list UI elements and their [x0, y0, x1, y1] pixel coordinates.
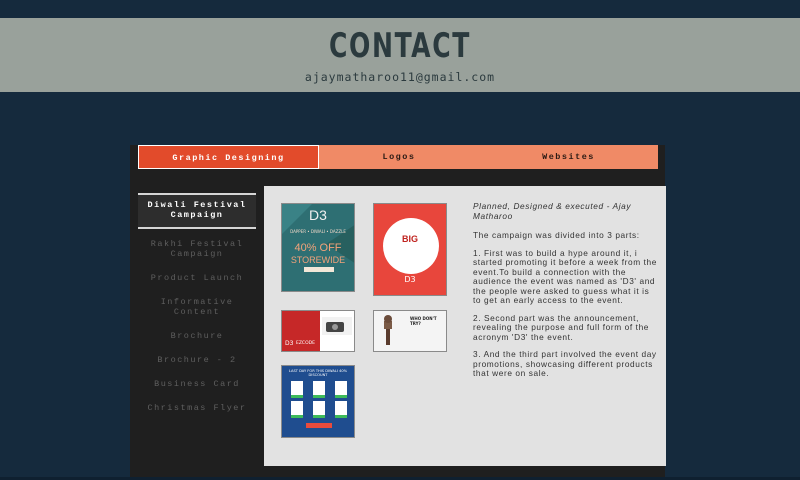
ezcode-product-image — [322, 317, 352, 335]
contact-email[interactable]: ajaymatharoo11@gmail.com — [0, 70, 800, 84]
thumbnail-storewide-poster[interactable]: D3 DAPPER • DIWALI • DAZZLE 40% OFF STOR… — [281, 203, 355, 292]
last-day-product-grid — [291, 381, 347, 428]
page-title: CONTACT — [328, 26, 472, 66]
sidebar-item-product-launch[interactable]: Product Launch — [138, 273, 256, 283]
sidebar-item-brochure-2[interactable]: Brochure - 2 — [138, 355, 256, 365]
thumbnail-who-dont-try[interactable]: WHO DON'T TRY? — [373, 310, 447, 352]
tab-websites[interactable]: Websites — [479, 145, 658, 169]
sidebar-item-diwali-festival-campaign[interactable]: Diwali Festival Campaign — [138, 193, 256, 229]
thumbnail-ezcode-card[interactable]: D3 EZCODE — [281, 310, 355, 352]
category-tabs: Graphic Designing Logos Websites — [138, 145, 658, 169]
description-part-2: 2. Second part was the announcement, rev… — [473, 312, 650, 342]
big-brand: D3 — [404, 275, 416, 284]
ezcode-brand: D3 — [285, 340, 294, 347]
description-part-3: 3. And the third part involved the event… — [473, 349, 657, 378]
storewide-brand: D3 — [309, 207, 327, 223]
project-sidebar: Diwali Festival Campaign Rakhi Festival … — [138, 193, 256, 413]
sidebar-item-rakhi-festival-campaign[interactable]: Rakhi Festival Campaign — [138, 239, 256, 259]
tab-logos[interactable]: Logos — [319, 145, 479, 169]
thumbnail-big-announcement[interactable]: BIG D3 — [373, 203, 447, 296]
storewide-tagline: DAPPER • DIWALI • DAZZLE — [290, 229, 346, 234]
storewide-cta — [304, 267, 334, 272]
project-credit: Planned, Designed & executed - Ajay Math… — [473, 201, 632, 221]
contact-header: CONTACT ajaymatharoo11@gmail.com — [0, 18, 800, 92]
sidebar-item-business-card[interactable]: Business Card — [138, 379, 256, 389]
project-description: Planned, Designed & executed - Ajay Math… — [473, 201, 660, 387]
sidebar-item-christmas-flyer[interactable]: Christmas Flyer — [138, 403, 256, 413]
who-dont-try-title: WHO DON'T TRY? — [410, 316, 437, 326]
sidebar-item-informative-content[interactable]: Informative Content — [138, 297, 256, 317]
thumbnail-last-day[interactable]: LAST DAY FOR THIS DIWALI 40% DISCOUNT — [281, 365, 355, 438]
top-strip — [0, 0, 800, 18]
description-part-1: 1. First was to build a hype around it, … — [473, 247, 657, 305]
big-headline: BIG — [401, 234, 418, 244]
ezcode-code: EZCODE — [296, 341, 315, 346]
storewide-offer: 40% OFF — [294, 242, 342, 254]
storewide-sub: STOREWIDE — [290, 255, 346, 265]
tab-graphic-designing[interactable]: Graphic Designing — [138, 145, 319, 169]
description-intro: The campaign was divided into 3 parts: — [473, 230, 640, 240]
sidebar-item-brochure[interactable]: Brochure — [138, 331, 256, 341]
